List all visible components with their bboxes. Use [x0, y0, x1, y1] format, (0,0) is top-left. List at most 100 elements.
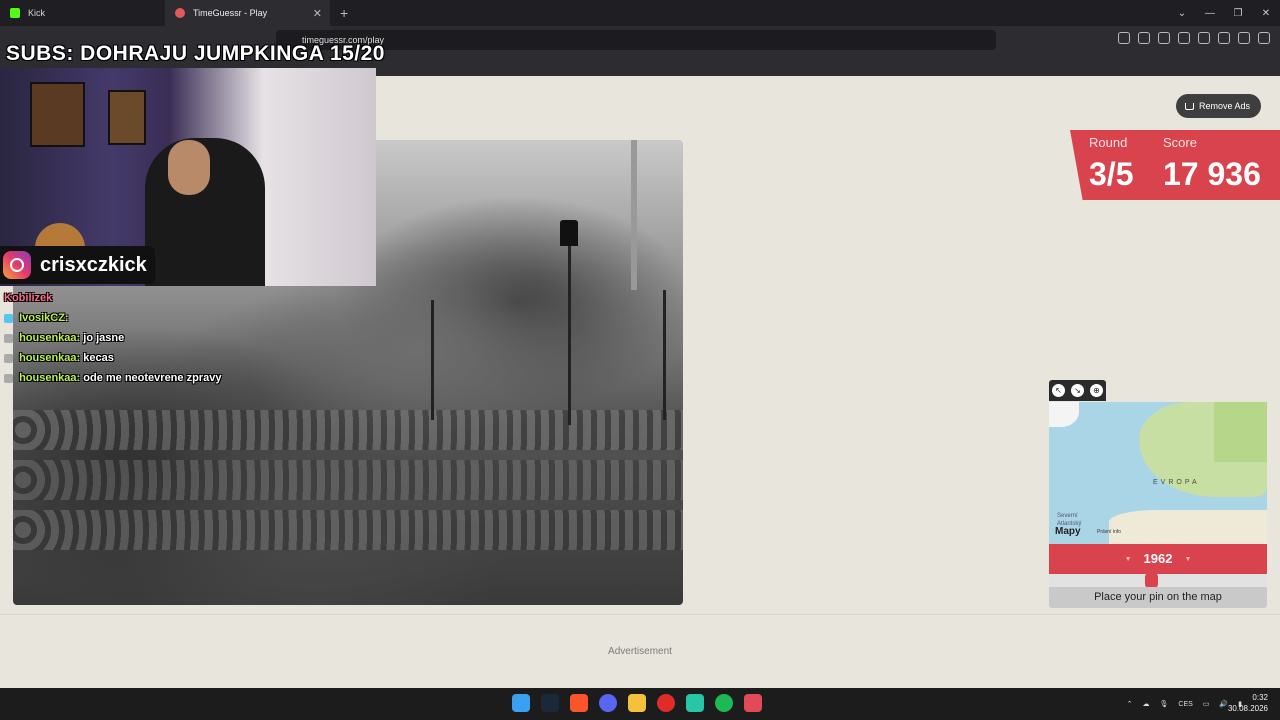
language-indicator[interactable]: CES — [1178, 701, 1192, 708]
crane-tower — [631, 140, 637, 290]
badge-icon — [4, 353, 13, 363]
sparkle-icon[interactable] — [1218, 32, 1230, 44]
place-pin-button[interactable]: Place your pin on the map — [1049, 587, 1267, 608]
map-land — [1109, 510, 1267, 544]
expand-map-icon[interactable]: ↘ — [1071, 384, 1084, 397]
lamp-post — [663, 290, 666, 420]
crowd-texture — [13, 460, 683, 500]
extension-icon[interactable] — [1138, 32, 1150, 44]
remove-ads-button[interactable]: Remove Ads — [1176, 94, 1262, 118]
crowd-texture — [13, 510, 683, 550]
sidebar-icon[interactable] — [1178, 32, 1190, 44]
year-display: ▼ 1962 ▼ — [1049, 544, 1267, 574]
chat-message: housenkaa: jo jasne — [4, 328, 221, 348]
extension-icon[interactable] — [1118, 32, 1130, 44]
chat-text: kecas — [83, 352, 114, 364]
timeguessr-favicon-icon — [175, 8, 185, 18]
brave-icon[interactable] — [570, 694, 588, 712]
chat-username: IvosikCZ: — [19, 312, 69, 324]
map-brand: Mapy — [1055, 526, 1081, 537]
close-tab-icon[interactable]: ✕ — [313, 7, 322, 20]
steam-icon[interactable] — [541, 694, 559, 712]
volume-icon[interactable]: 🔊 — [1219, 700, 1228, 708]
year-slider[interactable] — [1049, 572, 1267, 589]
taskbar-apps — [512, 694, 762, 712]
subs-goal-banner: SUBS: DOHRAJU JUMPKINGA 15/20 — [6, 42, 385, 65]
remove-ads-label: Remove Ads — [1199, 101, 1251, 111]
caret-down-icon[interactable]: ▼ — [1125, 556, 1132, 563]
map-land — [1049, 402, 1079, 427]
kick-favicon-icon — [10, 8, 20, 18]
badge-icon — [4, 333, 13, 343]
advertisement-label: Advertisement — [608, 646, 672, 657]
shrink-map-icon[interactable]: ↖ — [1052, 384, 1065, 397]
chat-username: housenkaa: — [19, 332, 81, 344]
discord-icon[interactable] — [599, 694, 617, 712]
maximize-button[interactable]: ❐ — [1224, 8, 1252, 19]
lamp-head — [560, 220, 578, 246]
map-brand-label: Mapy — [1055, 526, 1081, 537]
clock-date: 30.08.2026 — [1227, 704, 1268, 713]
chat-text: jo jasne — [83, 332, 125, 344]
close-window-button[interactable]: ✕ — [1252, 8, 1280, 19]
network-icon[interactable]: ▭ — [1203, 700, 1210, 708]
stream-chat: Kobilizek IvosikCZ: housenkaa: jo jasne … — [4, 288, 221, 388]
streamer-face — [168, 140, 210, 195]
chat-text: ode me neotevrene zpravy — [83, 372, 222, 384]
instagram-handle: crisxczkick — [40, 253, 147, 276]
round-value: 3/5 — [1089, 156, 1134, 192]
score-value: 17 936 — [1163, 156, 1261, 192]
new-tab-button[interactable]: + — [340, 5, 348, 21]
chevron-down-icon[interactable]: ⌄ — [1168, 8, 1196, 19]
pin-map-icon[interactable]: ⊕ — [1090, 384, 1103, 397]
badge-icon — [4, 373, 13, 383]
cart-icon — [1185, 102, 1194, 110]
map-toolbar: ↖ ↘ ⊕ — [1049, 380, 1106, 401]
ocean-line: Severní — [1057, 513, 1078, 519]
menu-icon[interactable] — [1258, 32, 1270, 44]
app-icon[interactable] — [686, 694, 704, 712]
instagram-tag: crisxczkick — [0, 246, 155, 284]
round-label: Round — [1089, 135, 1128, 150]
extension-icons — [1118, 32, 1270, 44]
microphone-icon[interactable]: 🎙 — [1160, 700, 1169, 708]
system-tray: ⌃ ☁ 🎙 CES ▭ 🔊 ▮ — [1127, 688, 1242, 720]
map-land — [1214, 402, 1267, 462]
wallet-icon[interactable] — [1198, 32, 1210, 44]
crowd-texture — [13, 410, 683, 450]
chat-username: housenkaa: — [19, 372, 81, 384]
badge-icon — [4, 313, 13, 323]
window-controls: ⌄ — ❐ ✕ — [1168, 0, 1280, 26]
map-legal-link[interactable]: Právní info — [1097, 529, 1121, 535]
music-icon[interactable] — [1158, 32, 1170, 44]
app-icon[interactable] — [744, 694, 762, 712]
wall-poster — [30, 82, 85, 147]
app-icon[interactable] — [657, 694, 675, 712]
chat-message: IvosikCZ: — [4, 308, 221, 328]
tab-label: TimeGuessr - Play — [193, 8, 268, 18]
lamp-post — [568, 235, 571, 425]
browser-tab-bar: Kick TimeGuessr - Play ✕ + ⌄ — ❐ ✕ — [0, 0, 1280, 26]
shield-icon[interactable] — [1238, 32, 1250, 44]
caret-down-icon[interactable]: ▼ — [1184, 556, 1191, 563]
wall-poster — [108, 90, 146, 145]
chat-username: housenkaa: — [19, 352, 81, 364]
chat-username: Kobilizek — [4, 292, 53, 304]
clock-time: 0:32 — [1252, 693, 1268, 702]
tab-timeguessr[interactable]: TimeGuessr - Play ✕ — [165, 0, 330, 26]
map-region-label: EVROPA — [1153, 479, 1200, 486]
cloud-icon[interactable]: ☁ — [1143, 700, 1150, 708]
windows-start-icon[interactable] — [512, 694, 530, 712]
tab-label: Kick — [28, 8, 46, 18]
spotify-icon[interactable] — [715, 694, 733, 712]
chat-message: housenkaa: ode me neotevrene zpravy — [4, 368, 221, 388]
chat-message: housenkaa: kecas — [4, 348, 221, 368]
tab-kick[interactable]: Kick — [0, 0, 165, 26]
folder-icon[interactable] — [628, 694, 646, 712]
chat-message: Kobilizek — [4, 288, 221, 308]
guess-map[interactable]: EVROPA Severní Atlantský Mapy Právní info — [1049, 402, 1267, 544]
chevron-up-icon[interactable]: ⌃ — [1127, 700, 1133, 708]
lamp-post — [431, 300, 434, 420]
taskbar-clock[interactable]: 0:32 30.08.2026 — [1228, 692, 1268, 714]
minimize-button[interactable]: — — [1196, 8, 1224, 19]
